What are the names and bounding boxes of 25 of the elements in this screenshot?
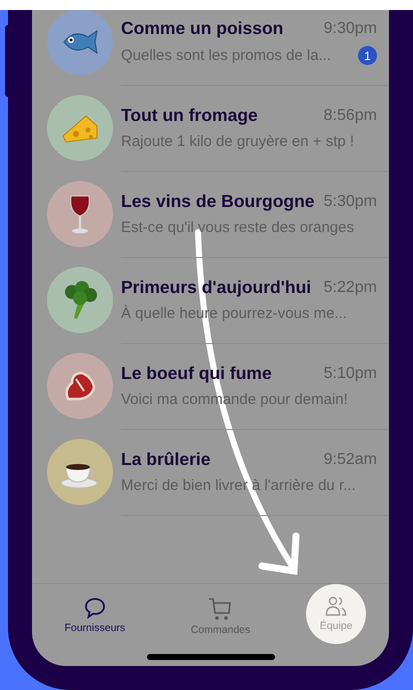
message-time: 9:52am	[324, 450, 377, 468]
unread-count: 1	[358, 46, 377, 65]
message-time: 8:56pm	[324, 106, 377, 124]
message-time: 9:30pm	[324, 20, 377, 38]
message-time: 5:10pm	[324, 364, 377, 382]
conversation-row[interactable]: Les vins de Bourgogne 5:30pm Est-ce qu'il vous reste des oranges	[32, 171, 389, 257]
wine-glass-icon	[67, 194, 93, 234]
conversation-row[interactable]: Tout un fromage 8:56pm Rajoute 1 kilo de gruyère en + stp !	[32, 85, 389, 171]
message-preview: Est-ce qu'il vous reste des oranges	[121, 219, 354, 236]
broccoli-icon	[62, 280, 98, 320]
supplier-name: Tout un fromage	[121, 105, 258, 126]
cart-icon	[207, 596, 234, 622]
conversation-row[interactable]: Comme un poisson 9:30pm Quelles sont les promos de la... 1	[32, 10, 389, 85]
speech-bubble-icon	[82, 596, 107, 620]
supplier-name: Comme un poisson	[121, 18, 284, 39]
conversation-row[interactable]: La brûlerie 9:52am Merci de bien livrer à l'arrière du r...	[32, 429, 389, 515]
message-preview: Rajoute 1 kilo de gruyère en + stp !	[121, 133, 354, 150]
people-icon	[324, 594, 348, 618]
message-time: 5:22pm	[324, 278, 377, 296]
message-preview: Quelles sont les promos de la...	[121, 47, 332, 64]
message-preview: Merci de bien livrer à l'arrière du r...	[121, 477, 356, 494]
supplier-name: La brûlerie	[121, 449, 210, 470]
message-time: 5:30pm	[324, 192, 377, 210]
supplier-name: Les vins de Bourgogne	[121, 191, 314, 212]
tab-item[interactable]: Fournisseurs	[54, 590, 135, 634]
